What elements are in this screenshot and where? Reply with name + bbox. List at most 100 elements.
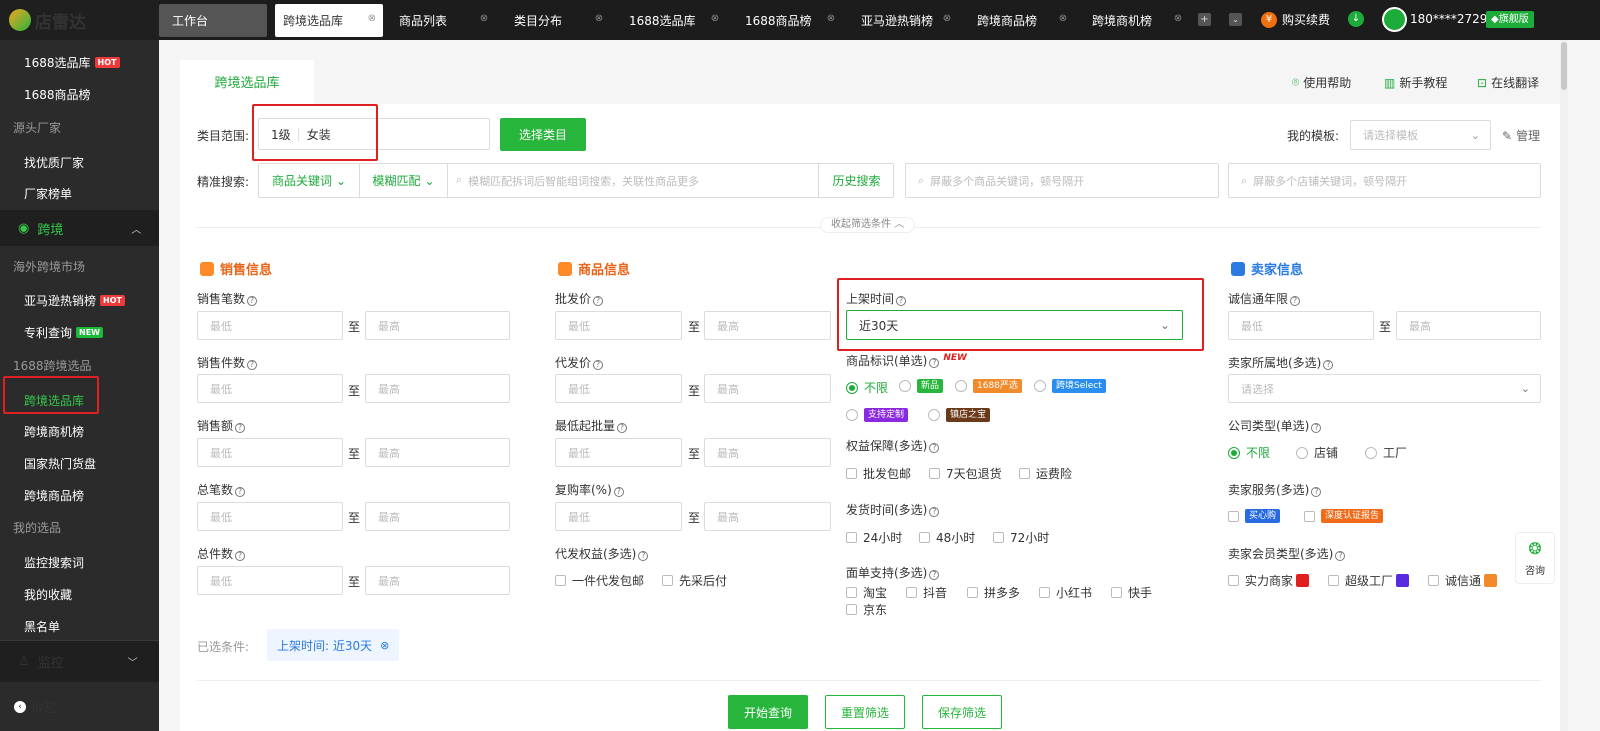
checkbox-rights[interactable]: 批发包邮 xyxy=(846,465,911,482)
checkbox-box[interactable] xyxy=(1304,510,1315,522)
tab-cross-library[interactable]: 跨境选品库 ⊗ xyxy=(275,4,383,37)
close-icon[interactable]: ⊗ xyxy=(824,12,838,26)
question-icon[interactable]: ? xyxy=(929,358,940,368)
sidebar-item-cross-goods[interactable]: 跨境商品榜 xyxy=(24,487,84,504)
max-input[interactable]: 最高 xyxy=(704,311,831,340)
question-icon[interactable]: ? xyxy=(929,570,940,580)
scrollbar[interactable] xyxy=(1560,40,1568,731)
checkbox-rights[interactable]: 运费险 xyxy=(1019,465,1072,482)
tab-cross-goods[interactable]: 跨境商品榜 xyxy=(977,4,1037,37)
card-tab-cross-library[interactable]: 跨境选品库 xyxy=(180,60,314,104)
user-phone[interactable]: 180****2729 xyxy=(1410,12,1487,26)
checkbox-box[interactable] xyxy=(929,468,940,479)
tab-1688-rank[interactable]: 1688商品榜 xyxy=(745,4,812,37)
close-icon[interactable]: ⊗ xyxy=(477,12,491,26)
tutorial-link[interactable]: ▥ 新手教程 xyxy=(1384,74,1447,91)
radio-company[interactable]: 店铺 xyxy=(1296,444,1338,461)
radio-button[interactable] xyxy=(846,409,858,421)
min-input[interactable]: 最低 xyxy=(197,311,343,340)
checkbox-member[interactable]: 诚信通 xyxy=(1428,572,1498,589)
question-icon[interactable]: ? xyxy=(235,423,246,433)
radio-button[interactable] xyxy=(846,381,858,394)
checkbox-member[interactable]: 实力商家 xyxy=(1228,572,1310,589)
collapse-filter-button[interactable]: 收起筛选条件 ︿ xyxy=(820,217,916,233)
download-icon[interactable]: ↓ xyxy=(1348,11,1364,27)
checkbox-daifa[interactable]: 先采后付 xyxy=(662,572,727,589)
tab-cross-opportunity[interactable]: 跨境商机榜 xyxy=(1092,4,1152,37)
checkbox-ship[interactable]: 72小时 xyxy=(993,529,1049,546)
checkbox-box[interactable] xyxy=(1039,587,1050,598)
checkbox-waybill[interactable]: 京东 xyxy=(846,601,887,618)
close-icon[interactable]: ⊗ xyxy=(1056,12,1070,26)
min-input[interactable]: 最低 xyxy=(1228,311,1374,340)
sidebar-item-cross-opportunity[interactable]: 跨境商机榜 xyxy=(24,423,84,440)
question-icon[interactable]: ? xyxy=(593,296,604,306)
reset-button[interactable]: 重置筛选 xyxy=(825,695,905,729)
radio-button[interactable] xyxy=(1228,446,1240,459)
checkbox-box[interactable] xyxy=(1111,587,1122,598)
max-input[interactable]: 最高 xyxy=(365,566,510,595)
min-input[interactable]: 最低 xyxy=(197,438,343,467)
checkbox-daifa[interactable]: 一件代发包邮 xyxy=(555,572,644,589)
min-input[interactable]: 最低 xyxy=(197,502,343,531)
manage-link[interactable]: ✎ 管理 xyxy=(1502,127,1540,144)
question-icon[interactable]: ? xyxy=(617,423,628,433)
radio-mark[interactable]: 不限 xyxy=(846,379,888,396)
close-icon[interactable]: ⊗ xyxy=(368,13,376,24)
sidebar-section-monitor[interactable]: ♙ 监控 ﹀ xyxy=(0,640,159,682)
question-icon[interactable]: ? xyxy=(1335,551,1346,561)
sidebar-item-blacklist[interactable]: 黑名单 xyxy=(24,618,60,635)
checkbox-box[interactable] xyxy=(846,587,857,598)
radio-mark[interactable]: 新品 xyxy=(899,379,944,393)
sidebar-collapse[interactable]: ‹ 收起 xyxy=(0,683,159,731)
keyword-type-select[interactable]: 商品关键词 ⌄ xyxy=(259,164,360,197)
radio-button[interactable] xyxy=(928,409,940,421)
radio-company[interactable]: 工厂 xyxy=(1365,444,1407,461)
checkbox-box[interactable] xyxy=(967,587,978,598)
selected-chip[interactable]: 上架时间: 近30天 ⊗ xyxy=(267,629,400,661)
question-icon[interactable]: ? xyxy=(1290,296,1301,306)
help-link[interactable]: ⌾ 使用帮助 xyxy=(1292,74,1351,91)
question-icon[interactable]: ? xyxy=(1311,423,1322,433)
min-input[interactable]: 最低 xyxy=(555,311,682,340)
scrollbar-thumb[interactable] xyxy=(1561,42,1567,90)
max-input[interactable]: 最高 xyxy=(365,438,510,467)
tab-category[interactable]: 类目分布 xyxy=(514,4,562,37)
save-filter-button[interactable]: 保存筛选 xyxy=(922,695,1002,729)
max-input[interactable]: 最高 xyxy=(365,502,510,531)
sidebar-section-cross-border[interactable]: ◉ 跨境 ︿ xyxy=(0,210,159,246)
radio-mark[interactable]: 跨境Select xyxy=(1034,379,1106,393)
checkbox-ship[interactable]: 24小时 xyxy=(846,529,902,546)
checkbox-box[interactable] xyxy=(1328,575,1339,586)
tab-menu-icon[interactable]: ⌄ xyxy=(1229,13,1242,26)
history-search-button[interactable]: 历史搜索 xyxy=(818,164,894,197)
radio-button[interactable] xyxy=(1296,446,1308,459)
checkbox-box[interactable] xyxy=(846,532,857,543)
tab-1688-library[interactable]: 1688选品库 xyxy=(629,4,696,37)
close-icon[interactable]: ⊗ xyxy=(380,639,389,652)
sidebar-item-1688-library[interactable]: 1688选品库 HOT xyxy=(24,54,120,71)
app-logo[interactable]: 店雷达 xyxy=(0,0,159,40)
checkbox-waybill[interactable]: 小红书 xyxy=(1039,584,1092,601)
buy-button[interactable]: ¥ 购买续费 xyxy=(1261,11,1330,28)
checkbox-box[interactable] xyxy=(846,468,857,479)
region-select[interactable]: 请选择 ⌄ xyxy=(1228,374,1541,403)
max-input[interactable]: 最高 xyxy=(704,438,831,467)
question-icon[interactable]: ? xyxy=(929,443,940,453)
checkbox-waybill[interactable]: 抖音 xyxy=(906,584,947,601)
block-shop-input[interactable]: ⌕ 屏蔽多个店铺关键词，顿号隔开 xyxy=(1228,163,1541,198)
question-icon[interactable]: ? xyxy=(247,296,258,306)
checkbox-waybill[interactable]: 淘宝 xyxy=(846,584,887,601)
checkbox-box[interactable] xyxy=(555,575,566,586)
radio-button[interactable] xyxy=(1034,380,1046,392)
translate-link[interactable]: ⊡ 在线翻译 xyxy=(1477,74,1539,91)
close-icon[interactable]: ⊗ xyxy=(708,12,722,26)
sidebar-item-favorites[interactable]: 我的收藏 xyxy=(24,586,72,603)
question-icon[interactable]: ? xyxy=(613,487,624,497)
checkbox-box[interactable] xyxy=(993,532,1004,543)
checkbox-box[interactable] xyxy=(1228,575,1239,586)
checkbox-box[interactable] xyxy=(919,532,930,543)
tab-goods-list[interactable]: 商品列表 xyxy=(399,4,447,37)
checkbox-box[interactable] xyxy=(1428,575,1439,586)
sidebar-item-monitor-keyword[interactable]: 监控搜索词 xyxy=(24,554,84,571)
